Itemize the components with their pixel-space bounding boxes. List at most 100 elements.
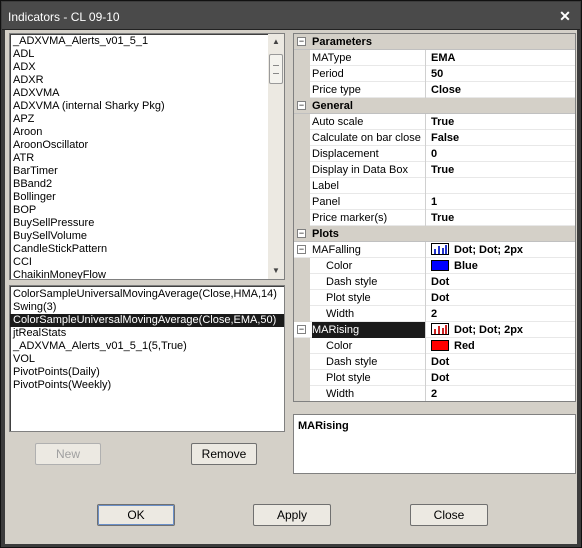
prop-price-type[interactable]: Price type Close: [294, 82, 575, 98]
property-grid[interactable]: − Parameters MAType EMA Period 50 Price …: [293, 33, 576, 402]
prop-value[interactable]: Dot; Dot; 2px: [431, 322, 523, 338]
prop-marising-dash-style[interactable]: Dash style Dot: [294, 354, 575, 370]
prop-value[interactable]: 2: [431, 306, 437, 322]
prop-value[interactable]: True: [431, 210, 454, 226]
prop-marising[interactable]: − MARising Dot; Dot; 2px: [294, 322, 575, 338]
prop-period[interactable]: Period 50: [294, 66, 575, 82]
row-gutter: [294, 338, 310, 354]
indicator-list-item[interactable]: ADXVMA: [10, 87, 284, 100]
indicator-list-item[interactable]: ChaikinMoneyFlow: [10, 269, 284, 279]
collapse-icon[interactable]: −: [297, 325, 306, 334]
title-bar[interactable]: Indicators - CL 09-10 ✕: [2, 2, 580, 30]
collapse-icon[interactable]: −: [297, 229, 306, 238]
indicator-list-item[interactable]: APZ: [10, 113, 284, 126]
applied-indicator-item[interactable]: jtRealStats: [10, 327, 284, 340]
indicator-list-item[interactable]: ADL: [10, 48, 284, 61]
prop-value[interactable]: Close: [431, 82, 461, 98]
indicator-list-item[interactable]: ADXR: [10, 74, 284, 87]
prop-marising-width[interactable]: Width 2: [294, 386, 575, 401]
prop-mafalling-plot-style[interactable]: Plot style Dot: [294, 290, 575, 306]
applied-indicator-item[interactable]: Swing(3): [10, 301, 284, 314]
prop-auto-scale[interactable]: Auto scale True: [294, 114, 575, 130]
prop-name: Color: [312, 258, 426, 274]
new-button[interactable]: New: [35, 443, 101, 465]
prop-calc-on-bar-close[interactable]: Calculate on bar close False: [294, 130, 575, 146]
prop-mafalling-color[interactable]: Color Blue: [294, 258, 575, 274]
category-parameters[interactable]: − Parameters: [294, 34, 575, 50]
scroll-down-icon[interactable]: ▼: [268, 263, 284, 279]
prop-displacement[interactable]: Displacement 0: [294, 146, 575, 162]
prop-value[interactable]: Dot: [431, 354, 449, 370]
prop-value[interactable]: 50: [431, 66, 443, 82]
indicator-list-item[interactable]: _ADXVMA_Alerts_v01_5_1: [10, 35, 284, 48]
prop-panel[interactable]: Panel 1: [294, 194, 575, 210]
indicator-list-item[interactable]: ATR: [10, 152, 284, 165]
collapse-icon[interactable]: −: [297, 101, 306, 110]
prop-name: Dash style: [312, 354, 426, 370]
category-label: General: [312, 100, 353, 112]
close-icon[interactable]: ✕: [558, 9, 572, 23]
scroll-thumb[interactable]: [269, 54, 283, 84]
row-gutter: [294, 178, 310, 194]
indicator-list-item[interactable]: CCI: [10, 256, 284, 269]
prop-value[interactable]: Dot; Dot; 2px: [431, 242, 523, 258]
collapse-icon[interactable]: −: [297, 37, 306, 46]
applied-indicator-item[interactable]: PivotPoints(Daily): [10, 366, 284, 379]
indicator-list-item[interactable]: BuySellPressure: [10, 217, 284, 230]
indicator-list-scrollbar[interactable]: ▲ ▼: [268, 34, 284, 279]
available-indicators-list[interactable]: _ADXVMA_Alerts_v01_5_1 ADL ADX ADXR ADXVMA AD…: [9, 33, 285, 280]
prop-value[interactable]: Red: [431, 338, 475, 354]
indicator-list-item[interactable]: BuySellVolume: [10, 230, 284, 243]
applied-indicator-item[interactable]: _ADXVMA_Alerts_v01_5_1(5,True): [10, 340, 284, 353]
prop-mafalling[interactable]: − MAFalling Dot; Dot; 2px: [294, 242, 575, 258]
prop-value[interactable]: 0: [431, 146, 437, 162]
indicator-list-item[interactable]: BarTimer: [10, 165, 284, 178]
indicator-list-item[interactable]: BOP: [10, 204, 284, 217]
color-swatch: [431, 339, 449, 351]
row-gutter: [294, 146, 310, 162]
prop-value[interactable]: EMA: [431, 50, 455, 66]
prop-value[interactable]: 1: [431, 194, 437, 210]
prop-label[interactable]: Label: [294, 178, 575, 194]
scroll-up-icon[interactable]: ▲: [268, 34, 284, 50]
prop-name: MARising: [312, 322, 426, 338]
applied-indicator-item[interactable]: PivotPoints(Weekly): [10, 379, 284, 392]
applied-indicator-item[interactable]: ColorSampleUniversalMovingAverage(Close,…: [10, 288, 284, 301]
indicator-list-item[interactable]: ADX: [10, 61, 284, 74]
prop-value[interactable]: Dot: [431, 370, 449, 386]
prop-name: Dash style: [312, 274, 426, 290]
indicator-list-item[interactable]: ADXVMA (internal Sharky Pkg): [10, 100, 284, 113]
prop-value[interactable]: Blue: [431, 258, 478, 274]
row-gutter: [294, 82, 310, 98]
remove-button[interactable]: Remove: [191, 443, 257, 465]
prop-value[interactable]: Dot: [431, 274, 449, 290]
prop-marising-plot-style[interactable]: Plot style Dot: [294, 370, 575, 386]
prop-price-markers[interactable]: Price marker(s) True: [294, 210, 575, 226]
plot-summary: Dot; Dot; 2px: [454, 244, 524, 256]
applied-indicators-items: ColorSampleUniversalMovingAverage(Close,…: [10, 286, 284, 392]
applied-indicator-item[interactable]: VOL: [10, 353, 284, 366]
apply-button[interactable]: Apply: [253, 504, 331, 526]
close-button[interactable]: Close: [410, 504, 488, 526]
indicator-list-item[interactable]: CandleStickPattern: [10, 243, 284, 256]
prop-value[interactable]: Dot: [431, 290, 449, 306]
prop-mafalling-dash-style[interactable]: Dash style Dot: [294, 274, 575, 290]
category-plots[interactable]: − Plots: [294, 226, 575, 242]
ok-button[interactable]: OK: [97, 504, 175, 526]
indicator-list-item[interactable]: BBand2: [10, 178, 284, 191]
indicator-list-item[interactable]: AroonOscillator: [10, 139, 284, 152]
prop-mafalling-width[interactable]: Width 2: [294, 306, 575, 322]
indicator-list-item[interactable]: Aroon: [10, 126, 284, 139]
collapse-icon[interactable]: −: [297, 245, 306, 254]
applied-indicator-item[interactable]: ColorSampleUniversalMovingAverage(Close,…: [10, 314, 284, 327]
applied-indicators-list[interactable]: ColorSampleUniversalMovingAverage(Close,…: [9, 285, 285, 432]
indicator-list-item[interactable]: Bollinger: [10, 191, 284, 204]
category-general[interactable]: − General: [294, 98, 575, 114]
prop-value[interactable]: False: [431, 130, 459, 146]
prop-value[interactable]: True: [431, 162, 454, 178]
prop-matype[interactable]: MAType EMA: [294, 50, 575, 66]
prop-value[interactable]: 2: [431, 386, 437, 401]
prop-marising-color[interactable]: Color Red: [294, 338, 575, 354]
prop-value[interactable]: True: [431, 114, 454, 130]
prop-display-in-data-box[interactable]: Display in Data Box True: [294, 162, 575, 178]
